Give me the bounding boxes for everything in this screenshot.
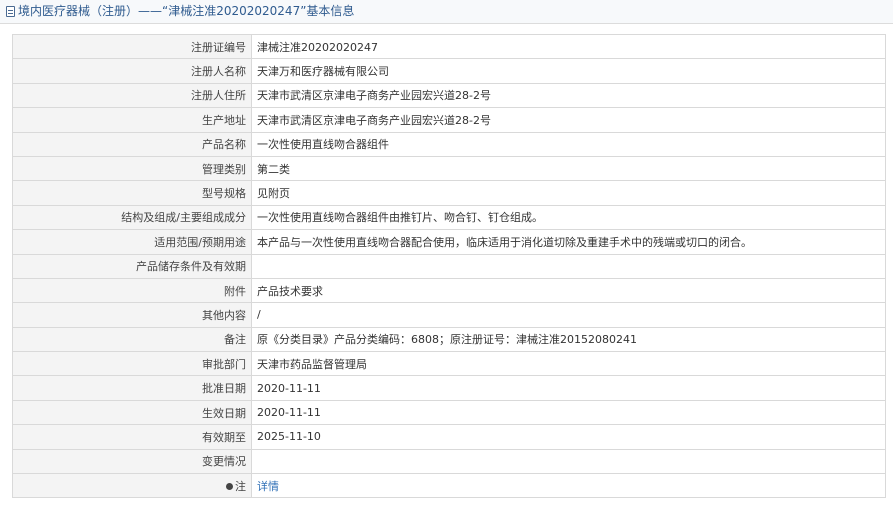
row-label: 产品储存条件及有效期 (12, 253, 252, 279)
table-row: 生产地址 天津市武清区京津电子商务产业园宏兴道28-2号 (12, 107, 886, 133)
row-label: 注册人名称 (12, 58, 252, 84)
table-row: 有效期至 2025-11-10 (12, 424, 886, 450)
page: 境内医疗器械（注册）——“津械注准20202020247”基本信息 注册证编号 … (0, 0, 893, 531)
table-row: 适用范围/预期用途 本产品与一次性使用直线吻合器配合使用，临床适用于消化道切除及… (12, 229, 886, 255)
table-row: 产品储存条件及有效期 (12, 253, 886, 279)
table-row: 审批部门 天津市药品监督管理局 (12, 351, 886, 377)
row-value: 见附页 (251, 180, 886, 206)
table-row: 其他内容 / (12, 302, 886, 328)
row-value: 天津万和医疗器械有限公司 (251, 58, 886, 84)
row-label: 批准日期 (12, 375, 252, 401)
row-value: 产品技术要求 (251, 277, 886, 304)
row-value: 天津市武清区京津电子商务产业园宏兴道28-2号 (251, 107, 886, 133)
row-value: 天津市药品监督管理局 (251, 351, 886, 377)
row-value: 2025-11-10 (251, 424, 886, 450)
row-label: 备注 (12, 326, 252, 353)
row-value: 一次性使用直线吻合器组件由推钉片、吻合钉、钉仓组成。 (251, 204, 886, 231)
row-value: 2020-11-11 (251, 375, 886, 401)
table-row: 管理类别 第二类 (12, 155, 886, 182)
table-row: 型号规格 见附页 (12, 180, 886, 206)
table-row: 附件 产品技术要求 (12, 277, 886, 304)
note-label-cell: 注 (12, 473, 252, 499)
document-icon (6, 6, 15, 17)
row-label: 适用范围/预期用途 (12, 229, 252, 255)
row-label: 管理类别 (12, 155, 252, 182)
row-label: 附件 (12, 277, 252, 304)
row-label: 审批部门 (12, 351, 252, 377)
row-value (251, 448, 886, 475)
row-label: 生产地址 (12, 107, 252, 133)
row-label: 结构及组成/主要组成成分 (12, 204, 252, 231)
row-value: 本产品与一次性使用直线吻合器配合使用，临床适用于消化道切除及重建手术中的残端或切… (251, 229, 886, 255)
row-label: 产品名称 (12, 131, 252, 157)
row-label: 型号规格 (12, 180, 252, 206)
table-row: 注册人名称 天津万和医疗器械有限公司 (12, 58, 886, 84)
note-label: 注 (235, 479, 246, 493)
row-label: 变更情况 (12, 448, 252, 475)
page-title-bar: 境内医疗器械（注册）——“津械注准20202020247”基本信息 (0, 0, 893, 24)
table-row: 注册人住所 天津市武清区京津电子商务产业园宏兴道28-2号 (12, 82, 886, 109)
row-label: 注册证编号 (12, 33, 252, 60)
bullet-icon (226, 482, 233, 490)
table-row: 变更情况 (12, 448, 886, 475)
row-value: 第二类 (251, 155, 886, 182)
page-title: 境内医疗器械（注册）——“津械注准20202020247”基本信息 (18, 4, 355, 18)
table-row: 批准日期 2020-11-11 (12, 375, 886, 401)
row-value: 津械注准20202020247 (251, 33, 886, 60)
table-row: 结构及组成/主要组成成分 一次性使用直线吻合器组件由推钉片、吻合钉、钉仓组成。 (12, 204, 886, 231)
row-value: 天津市武清区京津电子商务产业园宏兴道28-2号 (251, 82, 886, 109)
row-value: 2020-11-11 (251, 399, 886, 426)
row-label: 其他内容 (12, 302, 252, 328)
detail-table: 注册证编号 津械注准20202020247 注册人名称 天津万和医疗器械有限公司… (12, 33, 886, 499)
table-row-note: 注 详情 (12, 473, 886, 499)
details-link[interactable]: 详情 (251, 473, 886, 499)
table-row: 生效日期 2020-11-11 (12, 399, 886, 426)
row-value: 原《分类目录》产品分类编码：6808；原注册证号：津械注准20152080241 (251, 326, 886, 353)
row-label: 生效日期 (12, 399, 252, 426)
row-label: 有效期至 (12, 424, 252, 450)
row-label: 注册人住所 (12, 82, 252, 109)
table-row: 产品名称 一次性使用直线吻合器组件 (12, 131, 886, 157)
row-value (251, 253, 886, 279)
table-row: 注册证编号 津械注准20202020247 (12, 33, 886, 60)
table-row: 备注 原《分类目录》产品分类编码：6808；原注册证号：津械注准20152080… (12, 326, 886, 353)
row-value: 一次性使用直线吻合器组件 (251, 131, 886, 157)
row-value: / (251, 302, 886, 328)
